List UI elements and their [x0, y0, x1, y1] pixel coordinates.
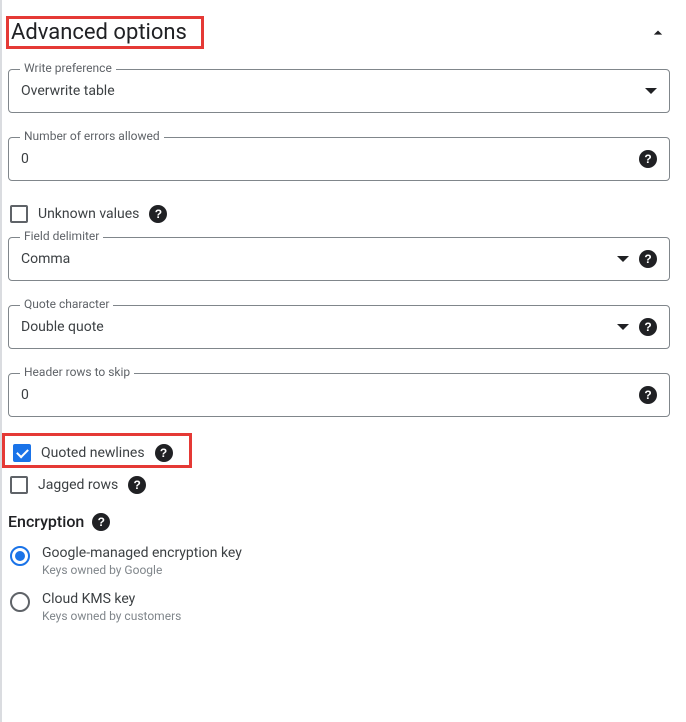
quote-character-select[interactable]: Double quote ?: [8, 305, 670, 349]
encryption-title-row: Encryption ?: [8, 512, 670, 531]
header-rows-skip-label: Header rows to skip: [20, 365, 134, 379]
radio-text: Cloud KMS key Keys owned by customers: [42, 591, 181, 623]
unknown-values-row: Unknown values ?: [8, 205, 670, 223]
encryption-option-kms[interactable]: Cloud KMS key Keys owned by customers: [8, 591, 670, 623]
radio-label: Cloud KMS key: [42, 591, 181, 607]
help-icon[interactable]: ?: [639, 150, 657, 168]
radio-sublabel: Keys owned by customers: [42, 609, 181, 623]
field-delimiter-select[interactable]: Comma ?: [8, 237, 670, 281]
header-rows-skip-field: Header rows to skip 0 ?: [8, 373, 670, 417]
errors-allowed-value: 0: [21, 151, 639, 167]
help-icon[interactable]: ?: [639, 318, 657, 336]
help-icon[interactable]: ?: [639, 386, 657, 404]
errors-allowed-field: Number of errors allowed 0 ?: [8, 137, 670, 181]
quoted-newlines-highlight: Quoted newlines ?: [2, 433, 192, 468]
radio-text: Google-managed encryption key Keys owned…: [42, 545, 242, 577]
jagged-rows-row: Jagged rows ?: [8, 476, 670, 494]
unknown-values-checkbox[interactable]: [10, 205, 28, 223]
help-icon[interactable]: ?: [149, 205, 167, 223]
write-preference-label: Write preference: [20, 61, 116, 75]
encryption-title: Encryption: [8, 512, 84, 531]
field-delimiter-label: Field delimiter: [20, 229, 103, 243]
radio-button[interactable]: [10, 546, 30, 566]
write-preference-select[interactable]: Overwrite table: [8, 69, 670, 113]
quote-character-field: Quote character Double quote ?: [8, 305, 670, 349]
quote-character-value: Double quote: [21, 319, 617, 335]
chevron-down-icon: [617, 256, 629, 262]
field-delimiter-value: Comma: [21, 251, 617, 267]
write-preference-field: Write preference Overwrite table: [8, 69, 670, 113]
help-icon[interactable]: ?: [155, 444, 173, 462]
write-preference-value: Overwrite table: [21, 83, 645, 99]
jagged-rows-label: Jagged rows: [38, 477, 118, 493]
radio-sublabel: Keys owned by Google: [42, 563, 242, 577]
quote-character-label: Quote character: [20, 297, 113, 311]
encryption-option-google[interactable]: Google-managed encryption key Keys owned…: [8, 545, 670, 577]
radio-button[interactable]: [10, 592, 30, 612]
help-icon[interactable]: ?: [128, 476, 146, 494]
title-highlight: Advanced options: [6, 16, 204, 49]
section-title: Advanced options: [11, 20, 187, 45]
errors-allowed-label: Number of errors allowed: [20, 129, 164, 143]
quoted-newlines-row: Quoted newlines ?: [11, 444, 173, 462]
header-rows-skip-value: 0: [21, 387, 639, 403]
section-header: Advanced options: [8, 16, 670, 49]
header-rows-skip-input[interactable]: 0 ?: [8, 373, 670, 417]
quoted-newlines-checkbox[interactable]: [13, 444, 31, 462]
radio-label: Google-managed encryption key: [42, 545, 242, 561]
errors-allowed-input[interactable]: 0 ?: [8, 137, 670, 181]
collapse-icon[interactable]: [646, 21, 670, 45]
unknown-values-label: Unknown values: [38, 206, 139, 222]
chevron-down-icon: [617, 324, 629, 330]
quoted-newlines-label: Quoted newlines: [41, 445, 145, 461]
help-icon[interactable]: ?: [92, 513, 110, 531]
field-delimiter-field: Field delimiter Comma ?: [8, 237, 670, 281]
chevron-down-icon: [645, 88, 657, 94]
help-icon[interactable]: ?: [639, 250, 657, 268]
jagged-rows-checkbox[interactable]: [10, 476, 28, 494]
